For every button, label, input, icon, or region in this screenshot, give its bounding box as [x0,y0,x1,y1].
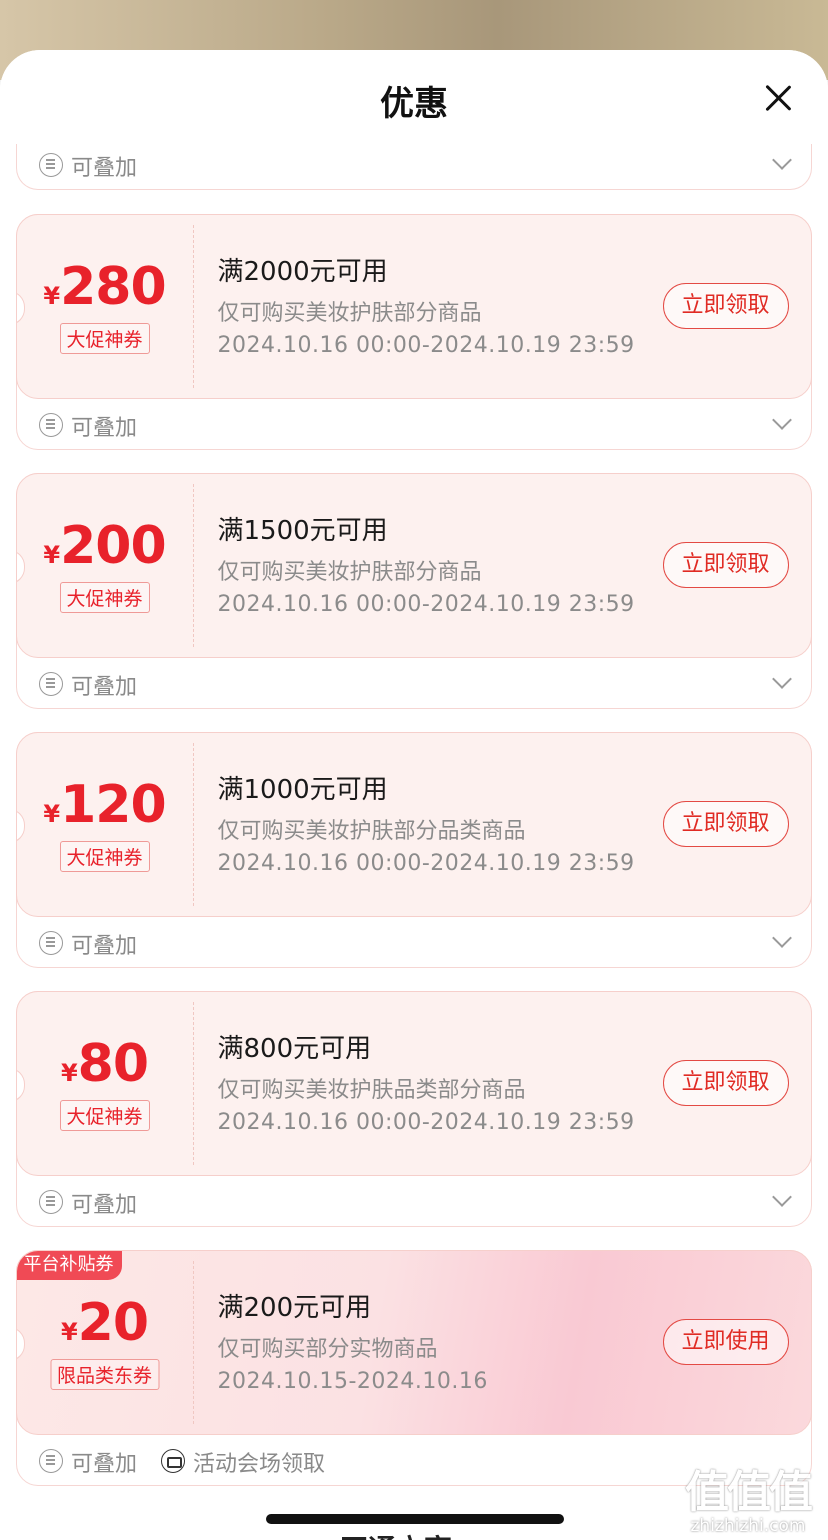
coupon-scope: 仅可购买美妆护肤部分商品 [217,300,482,326]
coupon-body: ¥120 大促神券 满1000元可用 仅可购买美妆护肤部分品类商品 2024.1… [15,731,812,917]
coupon-footer: 可叠加 [17,1176,811,1226]
dashed-divider [192,224,194,388]
coupon-tag: 大促神券 [59,1099,150,1131]
stack-icon [39,413,63,437]
coupon-tag: 限品类东券 [49,1358,160,1390]
claim-button[interactable]: 立即领取 [662,282,789,329]
chevron-down-icon[interactable] [772,1187,792,1207]
chevron-down-icon[interactable] [772,928,792,948]
stack-icon [39,153,63,177]
coupon-value: 280 [60,256,167,317]
dashed-divider [192,1001,194,1165]
sheet-title: 优惠 [380,84,448,124]
stack-label: 可叠加 [71,1193,138,1218]
coupon-amount: ¥200 [17,516,193,576]
coupon-amount-column: ¥280 大促神券 [17,215,193,398]
coupon-period: 2024.10.16 00:00-2024.10.19 23:59 [217,850,635,876]
chevron-down-icon[interactable] [772,150,792,170]
stack-label: 可叠加 [71,416,138,441]
sheet-header: 优惠 [0,50,828,144]
stack-icon [39,1449,63,1473]
watermark-logo: 值值值 [685,1467,813,1518]
coupon-sheet: 优惠 可叠加 ¥280 大促神券 满2000元可用 仅可购买美妆护肤部分商品 2… [0,50,828,1540]
coupon-condition: 满2000元可用 [217,256,388,287]
dashed-divider [192,742,194,906]
stack-icon [39,931,63,955]
watermark: 值值值 zhizhizhi.com [678,1456,818,1536]
claim-button[interactable]: 立即领取 [662,1059,789,1106]
stack-label: 可叠加 [71,934,138,959]
coupon-scope: 仅可购买美妆护肤部分品类商品 [217,818,526,844]
coupon-amount-column: ¥200 大促神券 [17,474,193,657]
dashed-divider [192,1260,194,1424]
close-icon[interactable] [764,84,792,112]
coupon-condition: 满1000元可用 [217,774,388,805]
stack-label: 可叠加 [71,675,138,700]
use-button[interactable]: 立即使用 [662,1318,789,1365]
coupon-period: 2024.10.15-2024.10.16 [217,1368,488,1394]
coupon-card: ¥200 大促神券 满1500元可用 仅可购买美妆护肤部分商品 2024.10.… [15,472,812,709]
coupon-footer: 可叠加 [17,139,811,189]
home-indicator [266,1514,564,1524]
stack-label: 可叠加 [71,1452,138,1477]
currency-symbol: ¥ [43,540,61,569]
coupon-period: 2024.10.16 00:00-2024.10.19 23:59 [217,332,635,358]
currency-symbol: ¥ [60,1317,78,1346]
coupon-condition: 满200元可用 [217,1292,372,1323]
currency-symbol: ¥ [60,1058,78,1087]
coupon-footer-partial: 可叠加 [16,144,812,190]
dashed-divider [192,483,194,647]
coupon-amount: ¥120 [17,775,193,835]
coupon-card: ¥280 大促神券 满2000元可用 仅可购买美妆护肤部分商品 2024.10.… [15,213,812,450]
coupon-amount-column: ¥80 大促神券 [17,992,193,1175]
coupon-body: 平台补贴券 ¥20 限品类东券 满200元可用 仅可购买部分实物商品 2024.… [15,1249,812,1435]
chevron-down-icon[interactable] [772,669,792,689]
coupon-amount: ¥80 [17,1034,193,1094]
stack-icon [39,672,63,696]
claim-button[interactable]: 立即领取 [662,541,789,588]
coupon-amount-column: ¥20 限品类东券 [17,1251,193,1434]
stack-label: 可叠加 [71,156,138,181]
coupon-card: ¥120 大促神券 满1000元可用 仅可购买美妆护肤部分品类商品 2024.1… [15,731,812,968]
coupon-scope: 仅可购买部分实物商品 [217,1336,438,1362]
bottom-peek-text: 开通立享 [340,1528,452,1540]
chevron-down-icon[interactable] [772,410,792,430]
coupon-period: 2024.10.16 00:00-2024.10.19 23:59 [217,591,635,617]
coupon-amount: ¥20 [17,1293,193,1353]
coupon-card: 平台补贴券 ¥20 限品类东券 满200元可用 仅可购买部分实物商品 2024.… [15,1249,812,1486]
coupon-body: ¥200 大促神券 满1500元可用 仅可购买美妆护肤部分商品 2024.10.… [15,472,812,658]
watermark-url: zhizhizhi.com [690,1516,806,1536]
coupon-body: ¥280 大促神券 满2000元可用 仅可购买美妆护肤部分商品 2024.10.… [15,213,812,399]
coupon-scope: 仅可购买美妆护肤品类部分商品 [217,1077,526,1103]
claim-button[interactable]: 立即领取 [662,800,789,847]
coupon-condition: 满800元可用 [217,1033,372,1064]
coupon-scope: 仅可购买美妆护肤部分商品 [217,559,482,585]
coupon-footer: 可叠加 [17,917,811,967]
coupon-value: 200 [60,515,167,576]
coupon-value: 80 [77,1033,149,1094]
coupon-value: 20 [77,1292,149,1353]
coupon-tag: 大促神券 [59,322,150,354]
coupon-card: ¥80 大促神券 满800元可用 仅可购买美妆护肤品类部分商品 2024.10.… [15,990,812,1227]
coupon-value: 120 [60,774,167,835]
coupon-footer: 可叠加 [17,658,811,708]
coupon-body: ¥80 大促神券 满800元可用 仅可购买美妆护肤品类部分商品 2024.10.… [15,990,812,1176]
coupon-period: 2024.10.16 00:00-2024.10.19 23:59 [217,1109,635,1135]
coupon-tag: 大促神券 [59,581,150,613]
coupon-condition: 满1500元可用 [217,515,388,546]
ticket-icon [161,1449,185,1473]
coupon-amount-column: ¥120 大促神券 [17,733,193,916]
currency-symbol: ¥ [43,281,61,310]
coupon-tag: 大促神券 [59,840,150,872]
venue-label[interactable]: 活动会场领取 [193,1446,325,1478]
coupon-footer: 可叠加 [17,399,811,449]
coupon-amount: ¥280 [17,257,193,317]
stack-icon [39,1190,63,1214]
currency-symbol: ¥ [43,799,61,828]
